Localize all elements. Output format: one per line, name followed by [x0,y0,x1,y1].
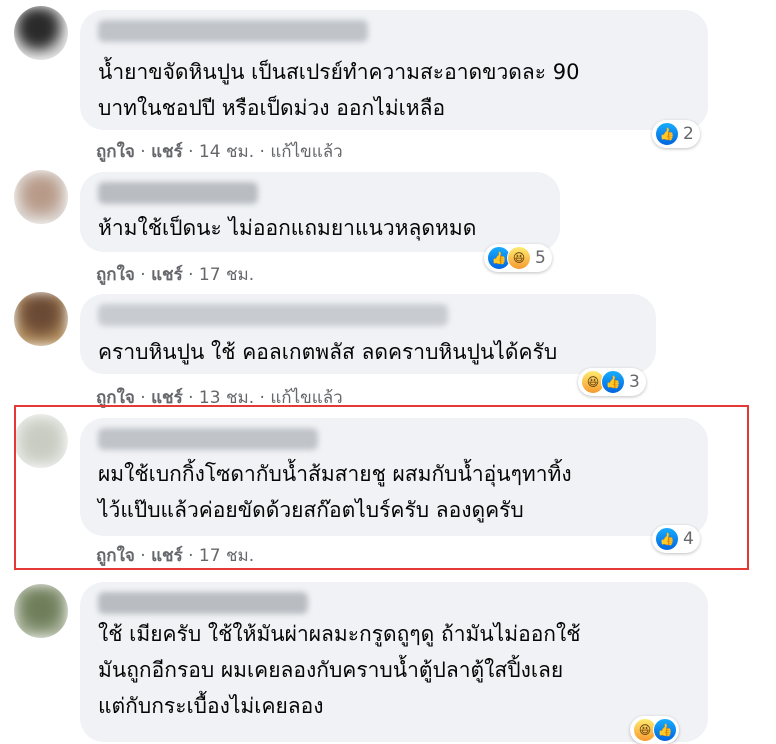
separator: · [134,265,152,285]
like-icon: 👍 [601,370,625,394]
share-action[interactable]: แชร์ [151,142,183,162]
reaction-summary[interactable]: 😆 👍 3 [578,368,646,396]
commenter-name[interactable] [98,182,258,204]
comment-text-line: มันถูกอีกรอบ ผมเคยลองกับคราบน้ำตู้ปลาตู้… [98,658,564,682]
comment-text-line: คราบหินปูน ใช้ คอลเกตพลัส ลดคราบหินปูนได… [98,340,558,364]
reaction-count: 2 [683,124,694,144]
reaction-count: 5 [535,248,546,268]
commenter-name[interactable] [98,20,368,42]
comment-actions: ถูกใจ · แชร์ · 17 ชม. [96,261,254,288]
avatar[interactable] [14,6,68,60]
share-action[interactable]: แชร์ [151,265,183,285]
edited-label: แก้ไขแล้ว [270,142,343,162]
haha-icon: 😆 [507,246,531,270]
reaction-summary[interactable]: 👍 2 [652,120,700,148]
reaction-summary[interactable]: 👍 😆 5 [484,244,552,272]
comment-text-line: น้ำยาขจัดหินปูน เป็นสเปรย์ทำความสะอาดขวด… [98,60,580,84]
comment-text-line: แต่กับกระเบื้องไม่เคยลอง [98,694,324,718]
separator: · [134,142,152,162]
comment-bubble: ห้ามใช้เป็ดนะ ไม่ออกแถมยาแนวหลุดหมด [80,172,560,252]
avatar[interactable] [14,292,68,346]
like-action[interactable]: ถูกใจ [96,142,135,162]
like-action[interactable]: ถูกใจ [96,265,135,285]
comment-bubble: น้ำยาขจัดหินปูน เป็นสเปรย์ทำความสะอาดขวด… [80,10,708,130]
like-icon: 👍 [655,122,679,146]
comment-bubble: ใช้ เมียครับ ใช้ให้มันผ่าผลมะกรูดถูๆดู ถ… [80,582,708,742]
comment-text-line: ห้ามใช้เป็ดนะ ไม่ออกแถมยาแนวหลุดหมด [98,216,477,240]
comment-bubble: คราบหินปูน ใช้ คอลเกตพลัส ลดคราบหินปูนได… [80,294,656,374]
highlight-box [14,405,749,570]
avatar[interactable] [14,170,68,224]
comment-text-line: บาทในชอปปี หรือเป็ดม่วง ออกไม่เหลือ [98,96,446,120]
comment-actions: ถูกใจ · แชร์ · 14 ชม. · แก้ไขแล้ว [96,138,343,165]
commenter-name[interactable] [98,592,308,614]
timestamp[interactable]: · 14 ชม. · [183,142,271,162]
comment-text-line: ใช้ เมียครับ ใช้ให้มันผ่าผลมะกรูดถูๆดู ถ… [98,622,581,646]
timestamp[interactable]: · 17 ชม. [183,265,254,285]
reaction-count: 3 [629,372,640,392]
commenter-name[interactable] [98,304,448,326]
avatar[interactable] [14,584,68,638]
reaction-summary[interactable]: 😆 👍 [630,716,679,744]
like-icon: 👍 [653,718,677,742]
